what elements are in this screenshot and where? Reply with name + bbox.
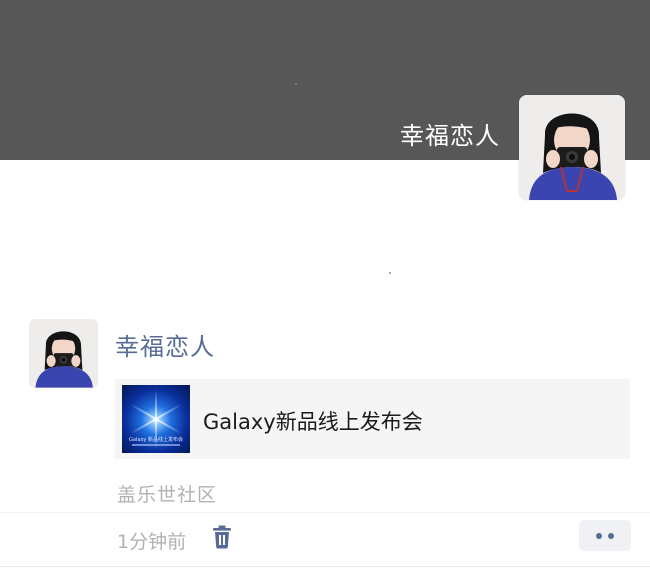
galaxy-event-thumbnail-icon: Galaxy 新品线上发布会 bbox=[122, 385, 190, 453]
trash-icon bbox=[213, 525, 231, 549]
bottom-divider bbox=[0, 566, 650, 567]
profile-avatar[interactable] bbox=[519, 95, 625, 200]
more-dots-icon bbox=[596, 533, 602, 539]
avatar-photo-icon bbox=[519, 95, 625, 200]
cover-speck bbox=[295, 83, 297, 85]
post-time: 1分钟前 bbox=[117, 531, 187, 553]
post-source[interactable]: 盖乐世社区 bbox=[117, 480, 217, 507]
thumbnail-caption: Galaxy 新品线上发布会 bbox=[129, 437, 183, 443]
divider bbox=[0, 512, 650, 513]
profile-name[interactable]: 幸福恋人 bbox=[400, 116, 500, 151]
more-dots-icon bbox=[608, 533, 614, 539]
moments-page: 幸福恋人 幸福恋人 Galaxy 新品线上发布会 Galaxy新品线上发布会 盖… bbox=[0, 0, 650, 571]
link-title: Galaxy新品线上发布会 bbox=[203, 410, 423, 434]
more-actions-button[interactable] bbox=[579, 520, 631, 551]
thumbnail-subline bbox=[132, 444, 180, 446]
post-author-name[interactable]: 幸福恋人 bbox=[115, 327, 215, 362]
post-author-avatar[interactable] bbox=[29, 319, 98, 388]
avatar-photo-icon bbox=[29, 319, 98, 388]
shared-link-card[interactable]: Galaxy 新品线上发布会 Galaxy新品线上发布会 bbox=[115, 379, 630, 459]
delete-button[interactable] bbox=[211, 525, 233, 549]
background-speck bbox=[389, 272, 391, 274]
